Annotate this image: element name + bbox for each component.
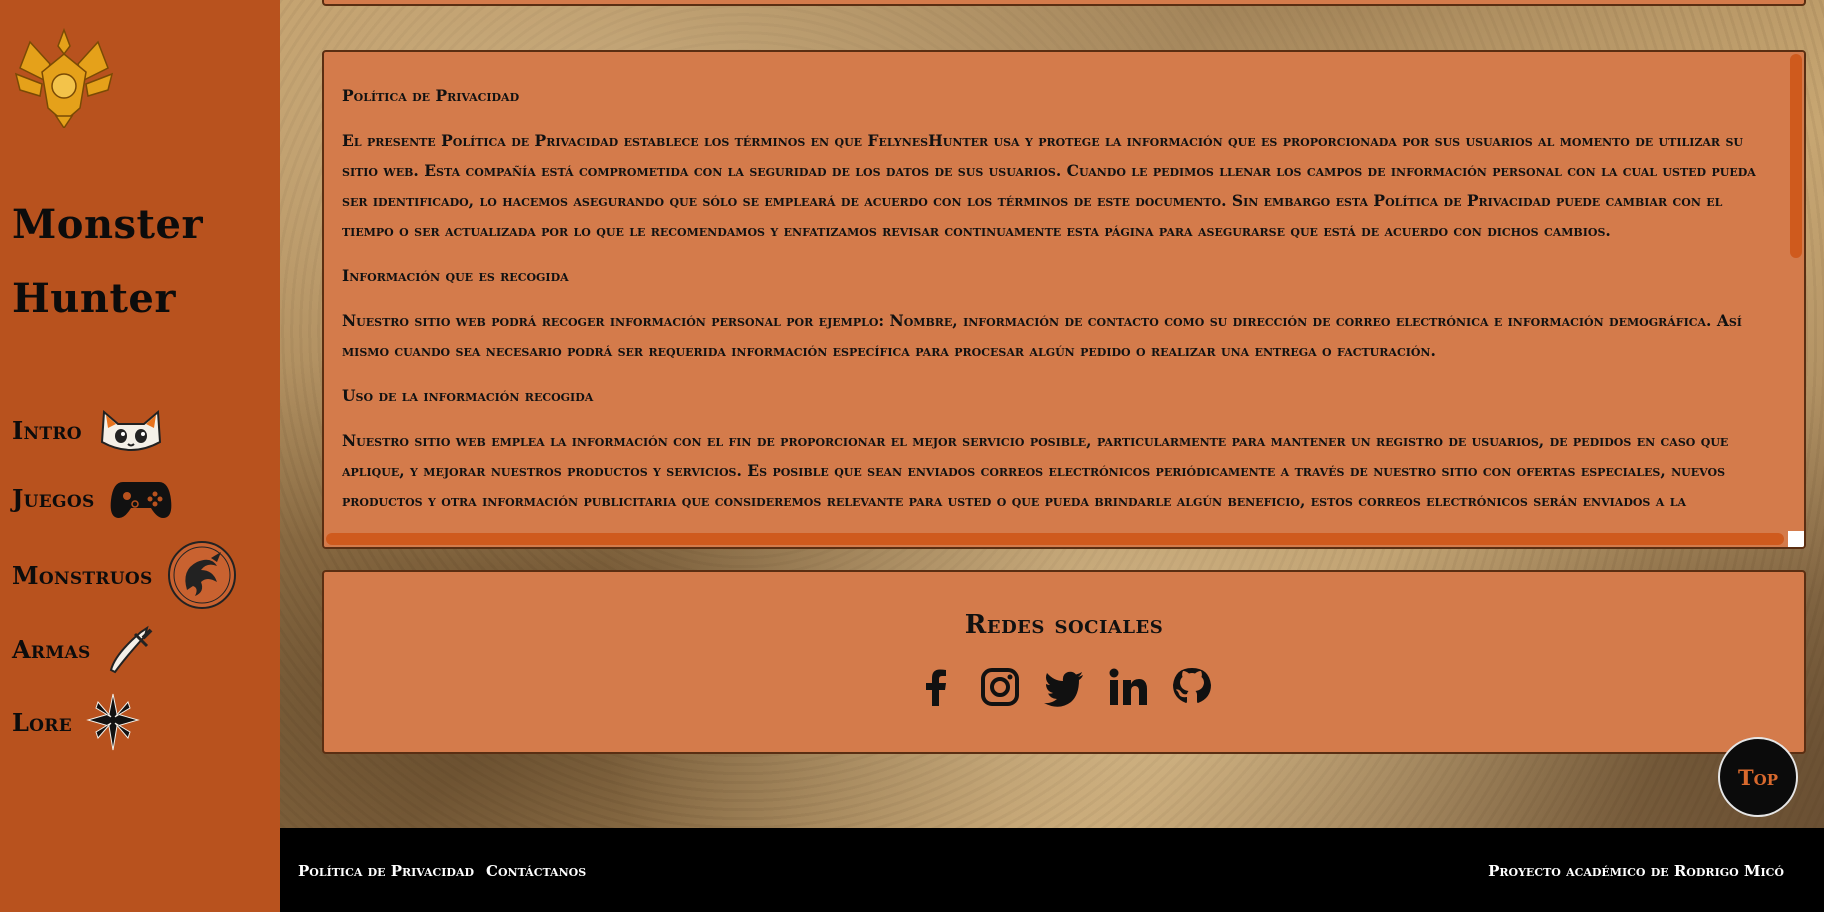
site-title-line2: Hunter [12, 275, 176, 322]
social-title: Redes sociales [964, 610, 1164, 640]
site-title[interactable]: Monster Hunter [12, 188, 252, 336]
nav-label: Lore [12, 707, 72, 737]
instagram-icon[interactable] [979, 666, 1021, 708]
vertical-scroll-thumb[interactable] [1790, 54, 1802, 258]
nav-label: Intro [12, 415, 82, 445]
github-icon[interactable] [1171, 666, 1213, 708]
nav-label: Armas [12, 634, 91, 664]
section-text-information-collected: Nuestro sitio web podrá recoger informac… [342, 311, 1742, 360]
felyne-face-icon [100, 409, 161, 451]
star-crest-icon [86, 693, 140, 751]
section-text-information-use: Nuestro sitio web emplea la información … [342, 431, 1729, 510]
horizontal-scrollbar[interactable] [324, 531, 1804, 547]
privacy-policy-content: Política de Privacidad El presente Polít… [342, 86, 1768, 526]
nav-label: Monstruos [12, 560, 153, 590]
previous-panel-edge [322, 0, 1806, 6]
horizontal-scroll-thumb[interactable] [326, 533, 1784, 545]
footer-credit: Proyecto académico de Rodrigo Micó [1488, 862, 1784, 880]
footer-contact-link[interactable]: Contáctanos [486, 862, 586, 880]
twitter-icon[interactable] [1043, 666, 1085, 708]
back-to-top-button[interactable]: Top [1718, 737, 1798, 817]
footer-privacy-link[interactable]: Política de Privacidad [298, 862, 474, 880]
privacy-title: Política de Privacidad [342, 86, 520, 105]
social-links [324, 666, 1804, 708]
privacy-policy-panel[interactable]: Política de Privacidad El presente Polít… [322, 50, 1806, 549]
nav-item-juegos[interactable]: Juegos [12, 474, 173, 522]
guild-crest-logo-icon[interactable] [10, 24, 118, 128]
footer: Política de Privacidad Contáctanos Proye… [280, 828, 1824, 912]
sword-icon [109, 625, 152, 674]
vertical-scrollbar[interactable] [1788, 52, 1804, 529]
scrollbar-corner [1788, 531, 1804, 547]
facebook-icon[interactable] [915, 666, 957, 708]
dragon-coin-icon [167, 541, 236, 609]
social-panel: Redes sociales [322, 570, 1806, 754]
nav-item-armas[interactable]: Armas [12, 624, 155, 674]
nav-item-monstruos[interactable]: Monstruos [12, 540, 237, 610]
gamepad-icon [110, 482, 171, 518]
section-title-information-use: Uso de la información recogida [342, 386, 594, 405]
sidebar: Monster Hunter Intro Juegos Monstruos Ar… [0, 0, 280, 912]
nav-label: Juegos [12, 483, 95, 513]
nav-item-lore[interactable]: Lore [12, 692, 140, 752]
nav-item-intro[interactable]: Intro [12, 406, 166, 454]
section-title-information-collected: Información que es recogida [342, 266, 569, 285]
privacy-intro: El presente Política de Privacidad estab… [342, 131, 1756, 240]
site-title-line1: Monster [12, 201, 204, 248]
linkedin-icon[interactable] [1107, 666, 1149, 708]
